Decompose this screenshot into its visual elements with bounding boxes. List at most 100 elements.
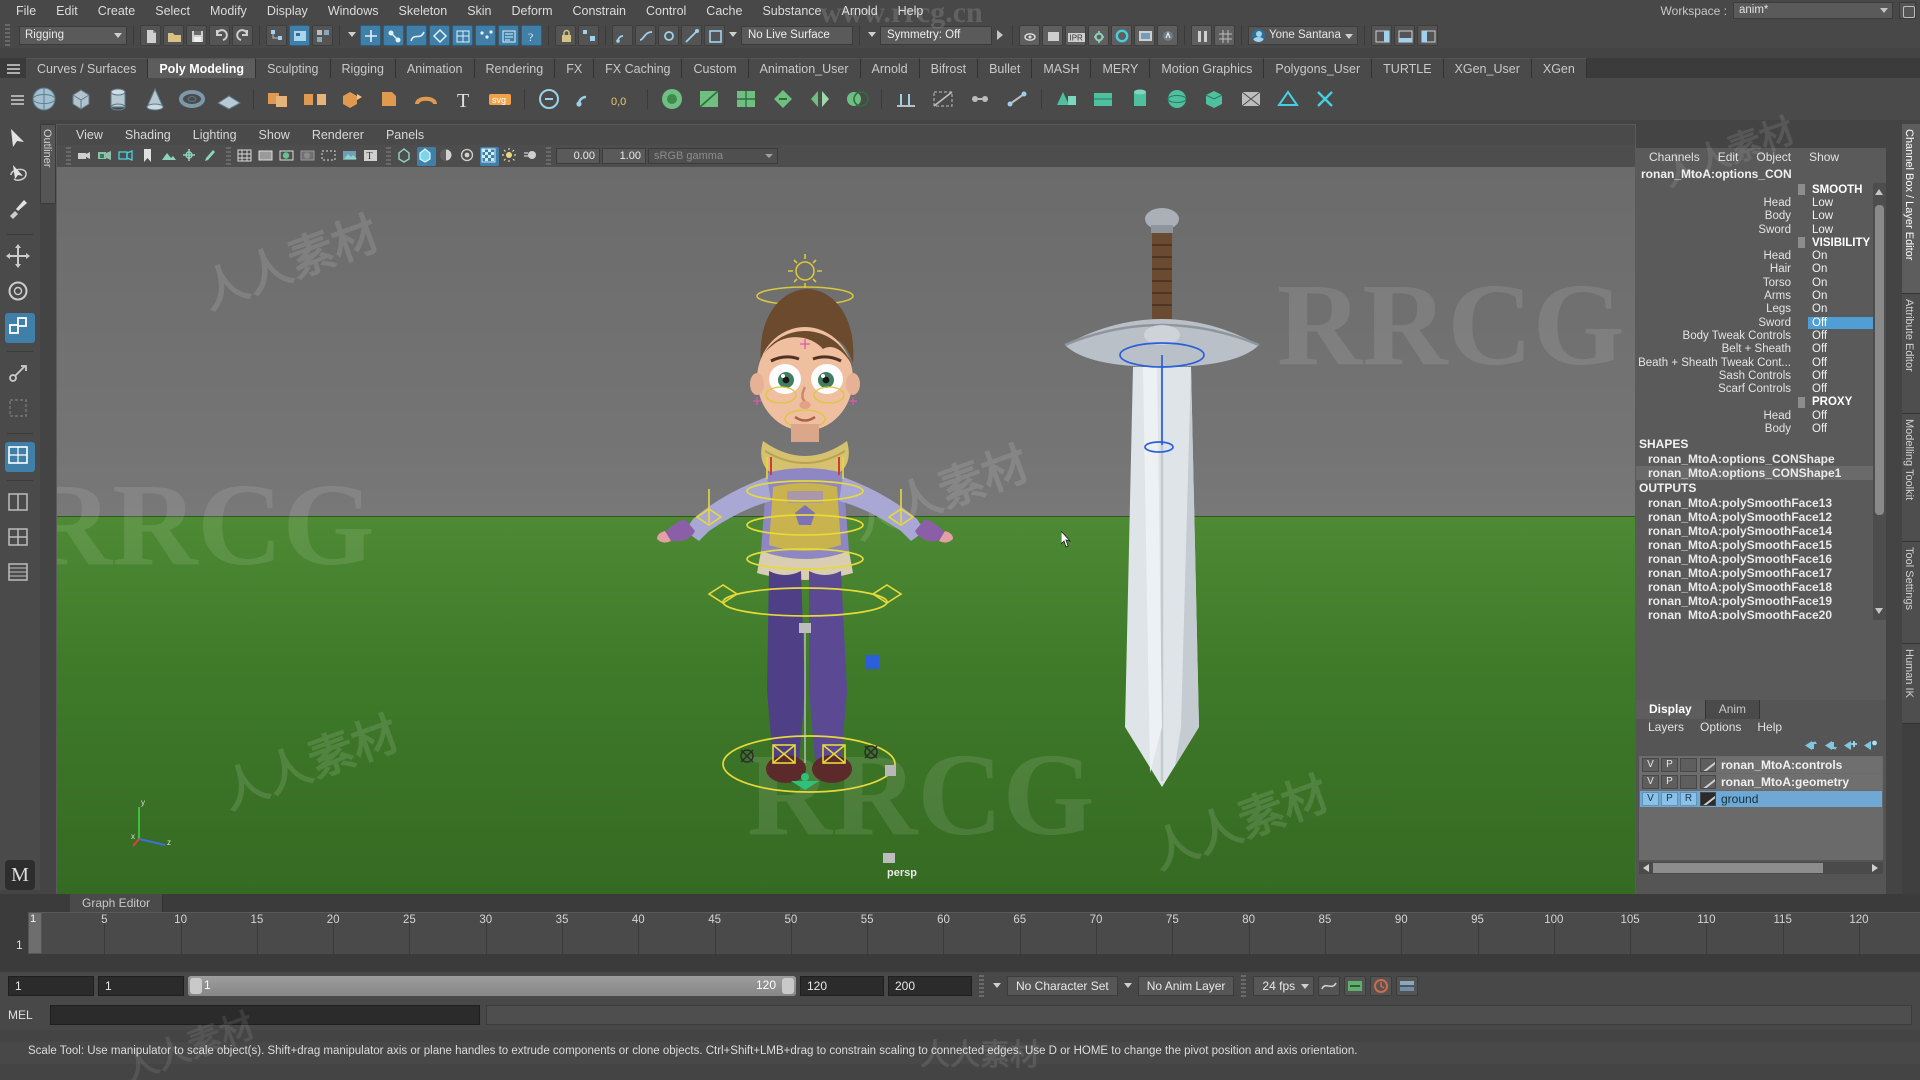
scroll-left-icon[interactable] [1640,863,1652,873]
range-start-field[interactable]: 1 [98,976,184,996]
poly-plane-icon[interactable] [212,82,246,116]
symmetry-field[interactable]: Symmetry: Off [880,25,992,45]
shadows-icon[interactable] [438,147,457,166]
select-camera-icon[interactable] [76,147,95,166]
lock-camera-icon[interactable] [97,147,116,166]
shelf-tab-turtle[interactable]: TURTLE [1372,58,1444,78]
channel-row[interactable]: Torso On [1636,276,1886,289]
tab-anim[interactable]: Anim [1705,700,1761,719]
render-sequence-icon[interactable] [1042,24,1063,46]
snap-value-icon[interactable]: 0,0 [606,82,640,116]
shelf-tab-fx-caching[interactable]: FX Caching [594,58,683,78]
menu-deform[interactable]: Deform [502,0,563,22]
shade-options-icon[interactable] [320,147,339,166]
output-item[interactable]: ronan_MtoA:polySmoothFace18 [1636,580,1886,594]
multi-cut-icon[interactable] [926,82,960,116]
arnold-render-icon[interactable] [1157,24,1178,46]
animation-preferences-icon[interactable] [1318,976,1341,996]
output-item[interactable]: ronan_MtoA:polySmoothFace17 [1636,566,1886,580]
live-surface-field[interactable]: No Live Surface [741,25,853,45]
channelbox-menu-edit[interactable]: Edit [1709,148,1748,166]
shape-item-selected[interactable]: ronan_MtoA:options_CONShape1 [1636,465,1886,480]
layer-visibility-toggle[interactable]: V [1642,758,1659,772]
shelf-tab-xgen-user[interactable]: XGen_User [1443,58,1532,78]
layers-menu[interactable]: Layers [1640,719,1692,736]
lasso-select-tool[interactable] [5,161,35,191]
layer-display-type-toggle[interactable] [1680,758,1697,772]
layer-visibility-toggle[interactable]: V [1642,792,1659,806]
use-all-lights-icon[interactable] [417,146,436,166]
layer-list-hscrollbar[interactable] [1639,862,1883,874]
output-item[interactable]: ronan_MtoA:polySmoothFace19 [1636,594,1886,608]
channel-row[interactable]: Arms On [1636,289,1886,302]
scale-tool[interactable] [5,313,35,343]
output-item[interactable]: ronan_MtoA:polySmoothFace20 [1636,608,1886,620]
animation-layers-icon[interactable] [1396,976,1419,996]
layout-four-pane[interactable] [5,524,35,554]
menu-help[interactable]: Help [888,0,934,22]
connect-icon[interactable] [1000,82,1034,116]
shelf-tab-poly-modeling[interactable]: Poly Modeling [148,58,257,78]
layer-list[interactable]: V P ronan_MtoA:controls V P ronan_MtoA:g… [1639,756,1883,860]
toggle-grid-icon[interactable] [1214,24,1235,46]
channel-row-selected[interactable]: Sword Off [1636,316,1886,329]
sidebar-toggle-2-icon[interactable] [1393,24,1415,46]
layout-single-pane[interactable] [5,442,35,472]
layer-display-type-toggle[interactable] [1680,775,1697,789]
mask-curves-icon[interactable] [406,24,427,46]
redo-button[interactable] [232,24,253,46]
shelf-tab-animation-user[interactable]: Animation_User [748,58,861,78]
select-tool[interactable] [5,126,35,156]
mask-joints-icon[interactable] [383,24,404,46]
shelf-tab-rendering[interactable]: Rendering [474,58,556,78]
texture-display-icon[interactable] [341,147,360,166]
outliner-vertical-tab[interactable]: Outliner [40,124,56,204]
text-tool-icon[interactable]: T [446,82,480,116]
vtab-modelling-toolkit[interactable]: Modelling Toolkit [1902,414,1920,542]
use-default-lighting-icon[interactable] [396,147,415,166]
component-mask-dropdown[interactable] [346,26,358,45]
viewport-menu-shading[interactable]: Shading [114,125,182,145]
anim-end-field[interactable]: 200 [888,976,972,996]
mesh-triangulate-icon[interactable] [692,82,726,116]
menu-control[interactable]: Control [636,0,696,22]
layer-name[interactable]: ronan_MtoA:geometry [1721,775,1849,789]
menu-skin[interactable]: Skin [457,0,501,22]
shelf-tab-bifrost[interactable]: Bifrost [919,58,979,78]
channel-row[interactable]: Head Low [1636,196,1886,209]
channel-row[interactable]: Sash Controls Off [1636,369,1886,382]
move-layer-down-icon[interactable] [1822,739,1838,752]
highlight-selection-icon[interactable] [578,24,599,46]
scroll-down-icon[interactable] [1874,604,1885,618]
layer-row[interactable]: V P ronan_MtoA:geometry [1640,774,1882,790]
channelbox-attribute-list[interactable]: SMOOTH Head Low Body Low Sword Low VISIBILI… [1636,183,1886,620]
mask-misc-icon[interactable]: ? [521,24,542,46]
channelbox-menu-show[interactable]: Show [1800,148,1848,166]
channel-row[interactable]: Belt + Sheath Off [1636,343,1886,356]
rotate-tool[interactable] [5,278,35,308]
divider-grip[interactable] [386,147,391,165]
create-layer-from-selected-icon[interactable] [1862,739,1878,752]
shelf-tab-custom[interactable]: Custom [682,58,749,78]
channelbox-menu-object[interactable]: Object [1747,148,1800,166]
channel-row[interactable]: Head Off [1636,409,1886,422]
channel-row[interactable]: Body Tweak Controls Off [1636,329,1886,342]
output-item[interactable]: ronan_MtoA:polySmoothFace13 [1636,496,1886,510]
channel-row[interactable]: VISIBILITY [1636,236,1886,249]
mask-deformations-icon[interactable] [452,24,473,46]
smooth-shade-selected-icon[interactable] [278,147,297,166]
snap-point-icon[interactable] [658,24,679,46]
sidebar-toggle-3-icon[interactable] [1416,24,1438,46]
rangebar-grip[interactable] [979,975,984,997]
layer-row[interactable]: V P ronan_MtoA:controls [1640,757,1882,773]
shelf-tab-mash[interactable]: MASH [1032,58,1092,78]
two-d-pan-zoom-icon[interactable] [181,147,200,166]
range-start-knob[interactable] [190,978,202,994]
character-set-field[interactable]: No Character Set [1007,976,1118,996]
channel-row[interactable]: Beath + Sheath Tweak Cont... Off [1636,356,1886,369]
new-scene-button[interactable] [140,24,161,46]
menu-constrain[interactable]: Constrain [563,0,637,22]
viewport-menu-panels[interactable]: Panels [375,125,435,145]
snap-together-icon[interactable] [569,82,603,116]
scrollbar-thumb[interactable] [1875,205,1884,515]
